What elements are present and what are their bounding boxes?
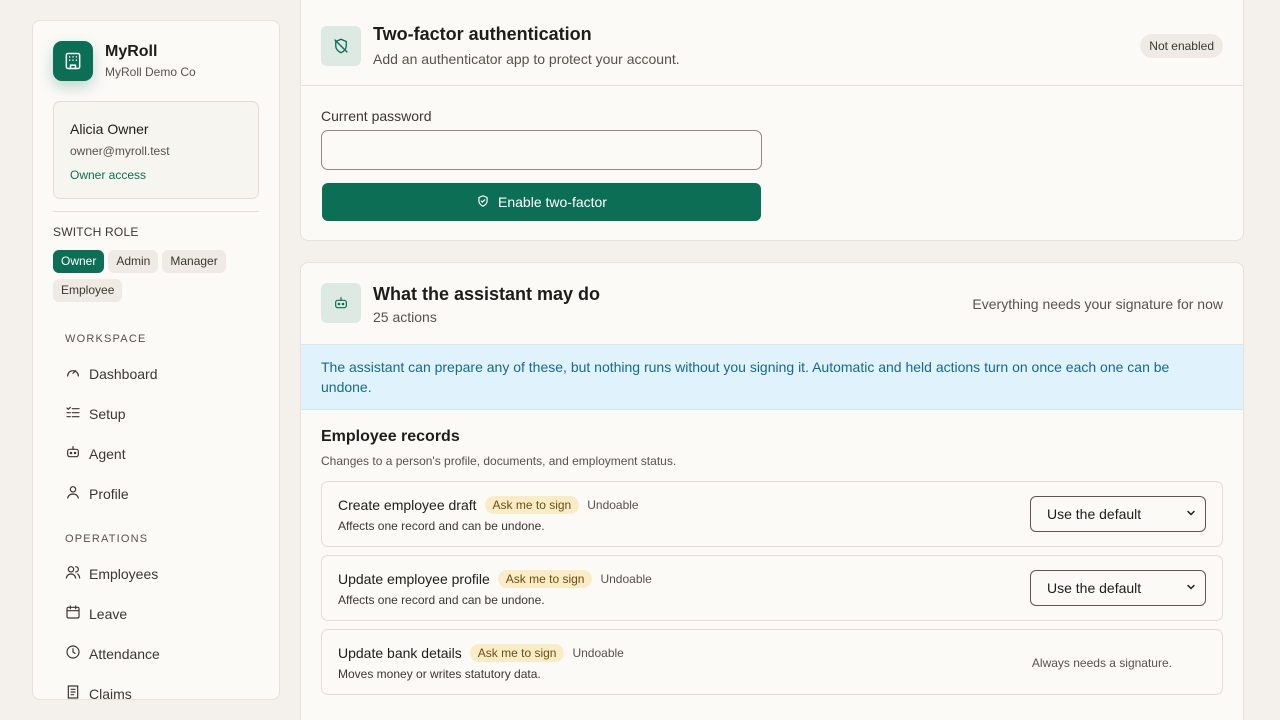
card-divider (301, 85, 1243, 86)
action-description: Affects one record and can be undone. (338, 593, 545, 607)
sidebar-item-label: Employees (89, 565, 159, 582)
assistant-permissions-card: What the assistant may do 25 actions Eve… (300, 262, 1244, 720)
sidebar-item-leave[interactable]: Leave (65, 604, 127, 623)
undoable-badge: Undoable (600, 572, 652, 586)
role-owner-button[interactable]: Owner (53, 250, 105, 273)
always-sign-note: Always needs a signature. (1031, 656, 1172, 670)
action-name: Update bank details Ask me to sign Undoa… (338, 644, 624, 662)
enable-two-factor-label: Enable two-factor (498, 194, 607, 210)
policy-select-value: Use the default (1047, 580, 1142, 596)
sidebar-item-profile[interactable]: Profile (65, 484, 129, 503)
calendar-icon (65, 604, 89, 623)
role-manager-button[interactable]: Manager (162, 250, 226, 273)
action-row-create-employee-draft: Create employee draft Ask me to sign Und… (321, 481, 1223, 547)
user-email: owner@myroll.test (70, 144, 170, 158)
sidebar-item-employees[interactable]: Employees (65, 564, 158, 583)
action-name-label: Update bank details (338, 645, 462, 661)
sidebar: MyRoll MyRoll Demo Co Alicia Owner owner… (32, 20, 280, 700)
company-name: MyRoll Demo Co (105, 65, 196, 79)
sidebar-item-agent[interactable]: Agent (65, 444, 126, 463)
action-name-label: Create employee draft (338, 497, 477, 513)
robot-icon (65, 444, 89, 463)
action-description: Affects one record and can be undone. (338, 519, 545, 533)
two-factor-subtitle: Add an authenticator app to protect your… (373, 51, 680, 67)
checklist-icon (65, 404, 89, 423)
users-icon (65, 564, 89, 583)
receipt-icon (65, 684, 89, 699)
gauge-icon (65, 364, 89, 383)
sidebar-divider (53, 211, 259, 212)
user-access-level: Owner access (70, 168, 147, 182)
section-subtitle: Changes to a person's profile, documents… (321, 454, 677, 468)
assistant-signature-note: Everything needs your signature for now (972, 296, 1223, 312)
policy-select[interactable]: Use the default (1030, 496, 1206, 532)
switch-role-label: SWITCH ROLE (53, 225, 139, 239)
role-admin-button[interactable]: Admin (108, 250, 159, 273)
assistant-notice: The assistant can prepare any of these, … (301, 344, 1243, 410)
sidebar-item-label: Dashboard (89, 365, 158, 382)
action-name-label: Update employee profile (338, 571, 490, 587)
robot-icon (321, 283, 361, 323)
chevron-down-icon (1185, 506, 1197, 522)
two-factor-card: Two-factor authentication Add an authent… (300, 0, 1244, 241)
two-factor-title: Two-factor authentication (373, 24, 592, 44)
undoable-badge: Undoable (572, 646, 624, 660)
status-badge: Not enabled (1140, 34, 1223, 58)
sidebar-item-label: Profile (89, 485, 129, 502)
sidebar-item-label: Agent (89, 445, 126, 462)
sign-badge: Ask me to sign (469, 644, 565, 662)
role-switcher: Owner Admin Manager Employee (53, 250, 263, 302)
user-name: Alicia Owner (70, 121, 149, 137)
assistant-action-count: 25 actions (373, 309, 437, 325)
clock-icon (65, 644, 89, 663)
sign-badge: Ask me to sign (484, 496, 580, 514)
undoable-badge: Undoable (587, 498, 639, 512)
action-name: Create employee draft Ask me to sign Und… (338, 496, 639, 514)
policy-select-value: Use the default (1047, 506, 1142, 522)
assistant-title: What the assistant may do (373, 284, 601, 304)
user-icon (65, 484, 89, 503)
current-password-label: Current password (321, 108, 432, 124)
sidebar-item-label: Setup (89, 405, 126, 422)
sidebar-item-attendance[interactable]: Attendance (65, 644, 160, 663)
nav-section-workspace: WORKSPACE (65, 333, 147, 345)
user-card: Alicia Owner owner@myroll.test Owner acc… (53, 101, 259, 199)
shield-off-icon (321, 26, 361, 66)
sidebar-item-setup[interactable]: Setup (65, 404, 126, 423)
section-title: Employee records (321, 428, 460, 445)
sidebar-item-dashboard[interactable]: Dashboard (65, 364, 158, 383)
action-name: Update employee profile Ask me to sign U… (338, 570, 652, 588)
brand: MyRoll MyRoll Demo Co (53, 41, 196, 81)
action-row-update-bank-details: Update bank details Ask me to sign Undoa… (321, 629, 1223, 695)
building-icon (53, 41, 93, 81)
enable-two-factor-button[interactable]: Enable two-factor (322, 183, 761, 221)
role-employee-button[interactable]: Employee (53, 279, 123, 302)
action-row-update-employee-profile: Update employee profile Ask me to sign U… (321, 555, 1223, 621)
brand-name: MyRoll (105, 43, 158, 60)
sidebar-item-label: Attendance (89, 645, 160, 662)
sidebar-item-label: Leave (89, 605, 128, 622)
sidebar-item-claims[interactable]: Claims (65, 684, 132, 700)
sign-badge: Ask me to sign (497, 570, 593, 588)
action-description: Moves money or writes statutory data. (338, 667, 541, 681)
sidebar-item-label: Claims (89, 685, 132, 700)
chevron-down-icon (1185, 580, 1197, 596)
nav-section-operations: OPERATIONS (65, 533, 149, 545)
current-password-input[interactable] (321, 130, 762, 170)
shield-check-icon (476, 194, 498, 211)
policy-select[interactable]: Use the default (1030, 570, 1206, 606)
